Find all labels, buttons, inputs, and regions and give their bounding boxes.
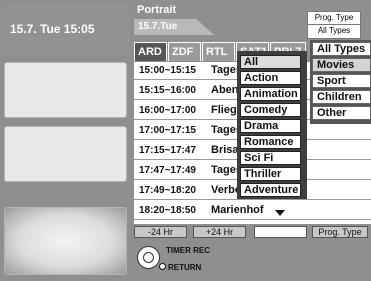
programme-time: 16:00~17:00 <box>139 105 196 116</box>
preview-thumbnail-1 <box>4 62 127 118</box>
genre-option-thriller[interactable]: Thriller <box>240 167 301 181</box>
prog-type-indicator: Prog. Type All Types <box>307 11 361 39</box>
programme-row[interactable]: 18:20~18:50 Marienhof <box>134 202 371 220</box>
timer-rec-hint: TIMER REC <box>166 246 210 255</box>
programme-time: 17:15~17:47 <box>139 145 196 156</box>
type-option-all-types[interactable]: All Types <box>312 42 371 56</box>
genre-option-action[interactable]: Action <box>240 71 301 85</box>
current-datetime: 15.7. Tue 15:05 <box>10 22 95 36</box>
programme-name: Brisa <box>211 144 239 156</box>
programme-time: 17:47~17:49 <box>139 165 196 176</box>
type-option-sport[interactable]: Sport <box>312 74 371 88</box>
type-option-movies[interactable]: Movies <box>312 58 371 72</box>
programme-time: 18:20~18:50 <box>139 205 196 216</box>
programme-name: Marienhof <box>211 204 264 216</box>
type-option-children[interactable]: Children <box>312 90 371 104</box>
programme-time: 15:00~15:15 <box>139 65 196 76</box>
genre-option-drama[interactable]: Drama <box>240 119 301 133</box>
plus-24-hours-button[interactable]: +24 Hr <box>193 226 246 238</box>
blank-color-button[interactable] <box>254 226 307 238</box>
prog-type-menu: All Types Movies Sport Children Other <box>310 40 371 124</box>
genre-dropdown: All Action Animation Comedy Drama Romanc… <box>237 51 307 199</box>
programme-time: 17:49~18:20 <box>139 185 196 196</box>
programme-time: 15:15~16:00 <box>139 85 196 96</box>
scroll-down-arrow-icon[interactable] <box>275 210 285 216</box>
return-circle-icon <box>159 263 166 270</box>
date-tab-label: 15.7.Tue <box>138 21 178 32</box>
genre-option-comedy[interactable]: Comedy <box>240 103 301 117</box>
prog-type-value: All Types <box>308 24 360 37</box>
programme-time: 17:00~17:15 <box>139 125 196 136</box>
view-mode-title: Portrait <box>137 4 177 16</box>
return-hint: RETURN <box>168 263 202 272</box>
channel-tab-zdf[interactable]: ZDF <box>168 42 201 61</box>
channel-tab-ard[interactable]: ARD <box>134 42 167 61</box>
prog-type-button[interactable]: Prog. Type <box>312 226 368 238</box>
live-preview-window <box>4 207 127 275</box>
dpad-center-icon <box>143 252 154 263</box>
minus-24-hours-button[interactable]: -24 Hr <box>134 226 187 238</box>
genre-option-animation[interactable]: Animation <box>240 87 301 101</box>
genre-option-all[interactable]: All <box>240 55 301 69</box>
prog-type-title: Prog. Type <box>314 13 354 22</box>
genre-option-sci-fi[interactable]: Sci Fi <box>240 151 301 165</box>
type-option-other[interactable]: Other <box>312 106 371 120</box>
genre-option-romance[interactable]: Romance <box>240 135 301 149</box>
preview-thumbnail-2 <box>4 126 127 182</box>
channel-tab-rtl[interactable]: RTL <box>202 42 235 61</box>
genre-option-adventure[interactable]: Adventure <box>240 183 301 197</box>
